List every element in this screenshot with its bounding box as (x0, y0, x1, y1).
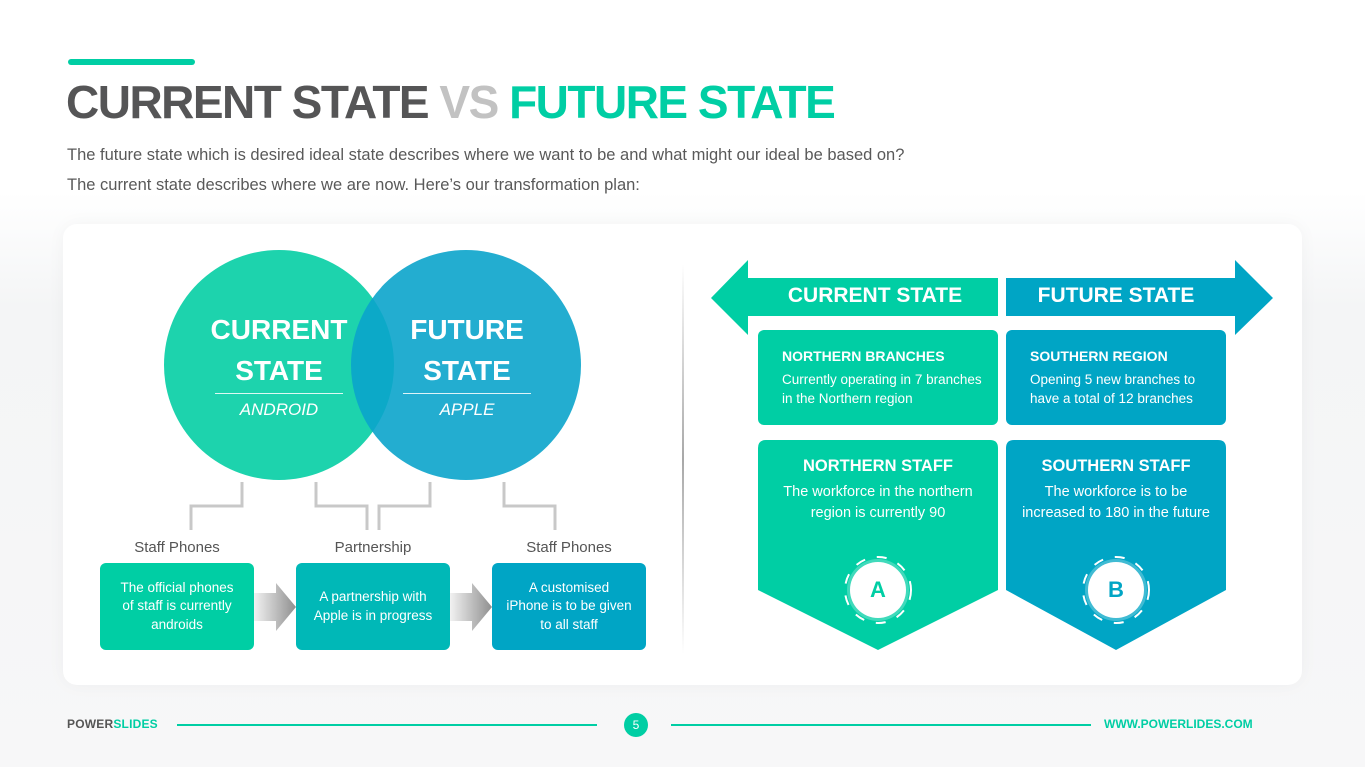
southern-staff-content: SOUTHERN STAFF The workforce is to be in… (1022, 457, 1210, 523)
footer-url[interactable]: WWW.POWERLIDES.COM (1104, 717, 1253, 731)
badge-b: B (1088, 562, 1144, 618)
phase-label-1: Staff Phones (134, 539, 220, 556)
northern-staff-content: NORTHERN STAFF The workforce in the nort… (774, 457, 982, 523)
future-state-banner-label: FUTURE STATE (1037, 284, 1195, 307)
connector-2 (314, 482, 369, 530)
phase-box-2: A partnership with Apple is in progress (296, 563, 450, 650)
phase-box-1: The official phones of staff is currentl… (100, 563, 254, 650)
phase-label-3: Staff Phones (526, 539, 612, 556)
phase-text-1: The official phones of staff is currentl… (120, 579, 234, 632)
connector-3 (377, 482, 432, 530)
phase-label-2: Partnership (334, 539, 412, 556)
badge-a: A (850, 562, 906, 618)
footer-line-right (671, 724, 1091, 726)
phase-text-2: A partnership with Apple is in progress (313, 589, 433, 623)
phase-box-3: A customised iPhone is to be given to al… (492, 563, 646, 650)
southern-region-title: SOUTHERN REGION (1030, 348, 1168, 364)
footer-brand: POWERSLIDES (67, 717, 158, 731)
connector-4 (502, 482, 557, 530)
phase-text-3: A customised iPhone is to be given to al… (506, 579, 632, 632)
northern-branches-title: NORTHERN BRANCHES (782, 348, 945, 364)
connector-1 (189, 482, 244, 530)
southern-staff-text: The workforce is to be increased to 180 … (1022, 484, 1210, 521)
page-number: 5 (624, 713, 648, 737)
footer-brand-power: POWER (67, 717, 114, 731)
flow-arrow-icon-2 (450, 583, 492, 631)
section-divider (682, 264, 684, 654)
northern-branches-text: Currently operating in 7 branches in the… (782, 372, 982, 406)
footer-brand-slides: SLIDES (113, 717, 158, 731)
northern-branches-box: NORTHERN BRANCHES Currently operating in… (758, 330, 998, 425)
flow-arrow-icon-1 (254, 583, 296, 631)
northern-staff-title: NORTHERN STAFF (802, 457, 953, 475)
southern-staff-title: SOUTHERN STAFF (1041, 457, 1191, 475)
southern-region-box: SOUTHERN REGION Opening 5 new branches t… (1006, 330, 1226, 425)
current-state-banner-label: CURRENT STATE (787, 284, 963, 307)
southern-region-text: Opening 5 new branches to have a total o… (1030, 372, 1196, 406)
northern-staff-text: The workforce in the northern region is … (783, 484, 973, 521)
footer-line-left (177, 724, 597, 726)
